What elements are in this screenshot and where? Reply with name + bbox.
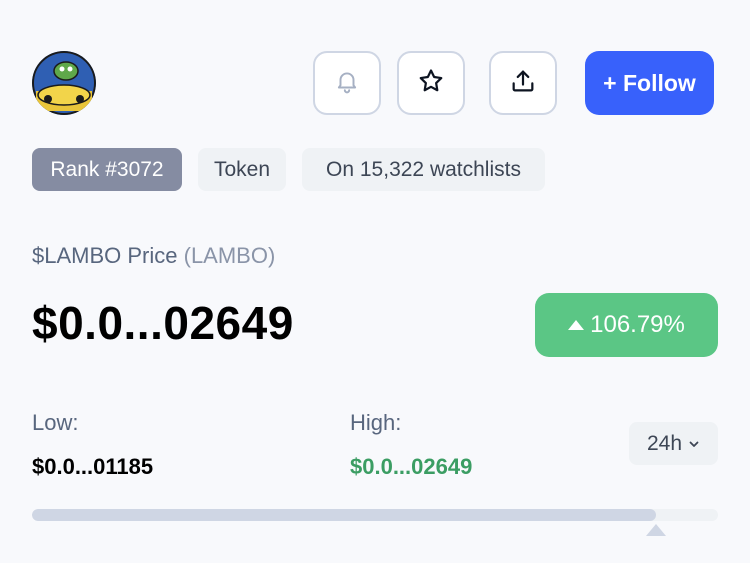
watchlist-star-button[interactable] bbox=[397, 51, 465, 115]
low-value: $0.0...01185 bbox=[32, 454, 154, 479]
price-change-value: 106.79% bbox=[590, 311, 685, 338]
follow-button[interactable]: + Follow bbox=[585, 51, 714, 115]
current-price: $0.0...02649 bbox=[32, 297, 294, 349]
share-icon bbox=[509, 67, 537, 100]
high-label: High: bbox=[350, 410, 402, 435]
token-logo bbox=[32, 51, 96, 115]
watchlist-count-tag: On 15,322 watchlists bbox=[302, 148, 545, 191]
rank-tag: Rank #3072 bbox=[32, 148, 182, 191]
current-price-marker bbox=[646, 524, 667, 536]
star-icon bbox=[417, 67, 445, 100]
price-range-bar bbox=[32, 509, 718, 521]
token-symbol: (LAMBO) bbox=[183, 243, 276, 268]
price-heading: $LAMBO Price (LAMBO) bbox=[32, 243, 275, 269]
triangle-up-icon bbox=[568, 320, 585, 330]
token-type-tag: Token bbox=[198, 148, 286, 191]
share-button[interactable] bbox=[489, 51, 557, 115]
period-select[interactable]: 24h bbox=[629, 422, 718, 465]
bell-button[interactable] bbox=[313, 51, 381, 115]
bell-icon bbox=[334, 68, 360, 99]
period-value: 24h bbox=[646, 431, 683, 455]
price-change-badge: 106.79% bbox=[535, 293, 718, 357]
low-label: Low: bbox=[32, 410, 79, 435]
chevron-down-icon bbox=[688, 432, 700, 456]
high-value: $0.0...02649 bbox=[350, 454, 473, 479]
price-range-fill bbox=[32, 509, 657, 521]
token-price-name: $LAMBO Price bbox=[32, 243, 178, 268]
